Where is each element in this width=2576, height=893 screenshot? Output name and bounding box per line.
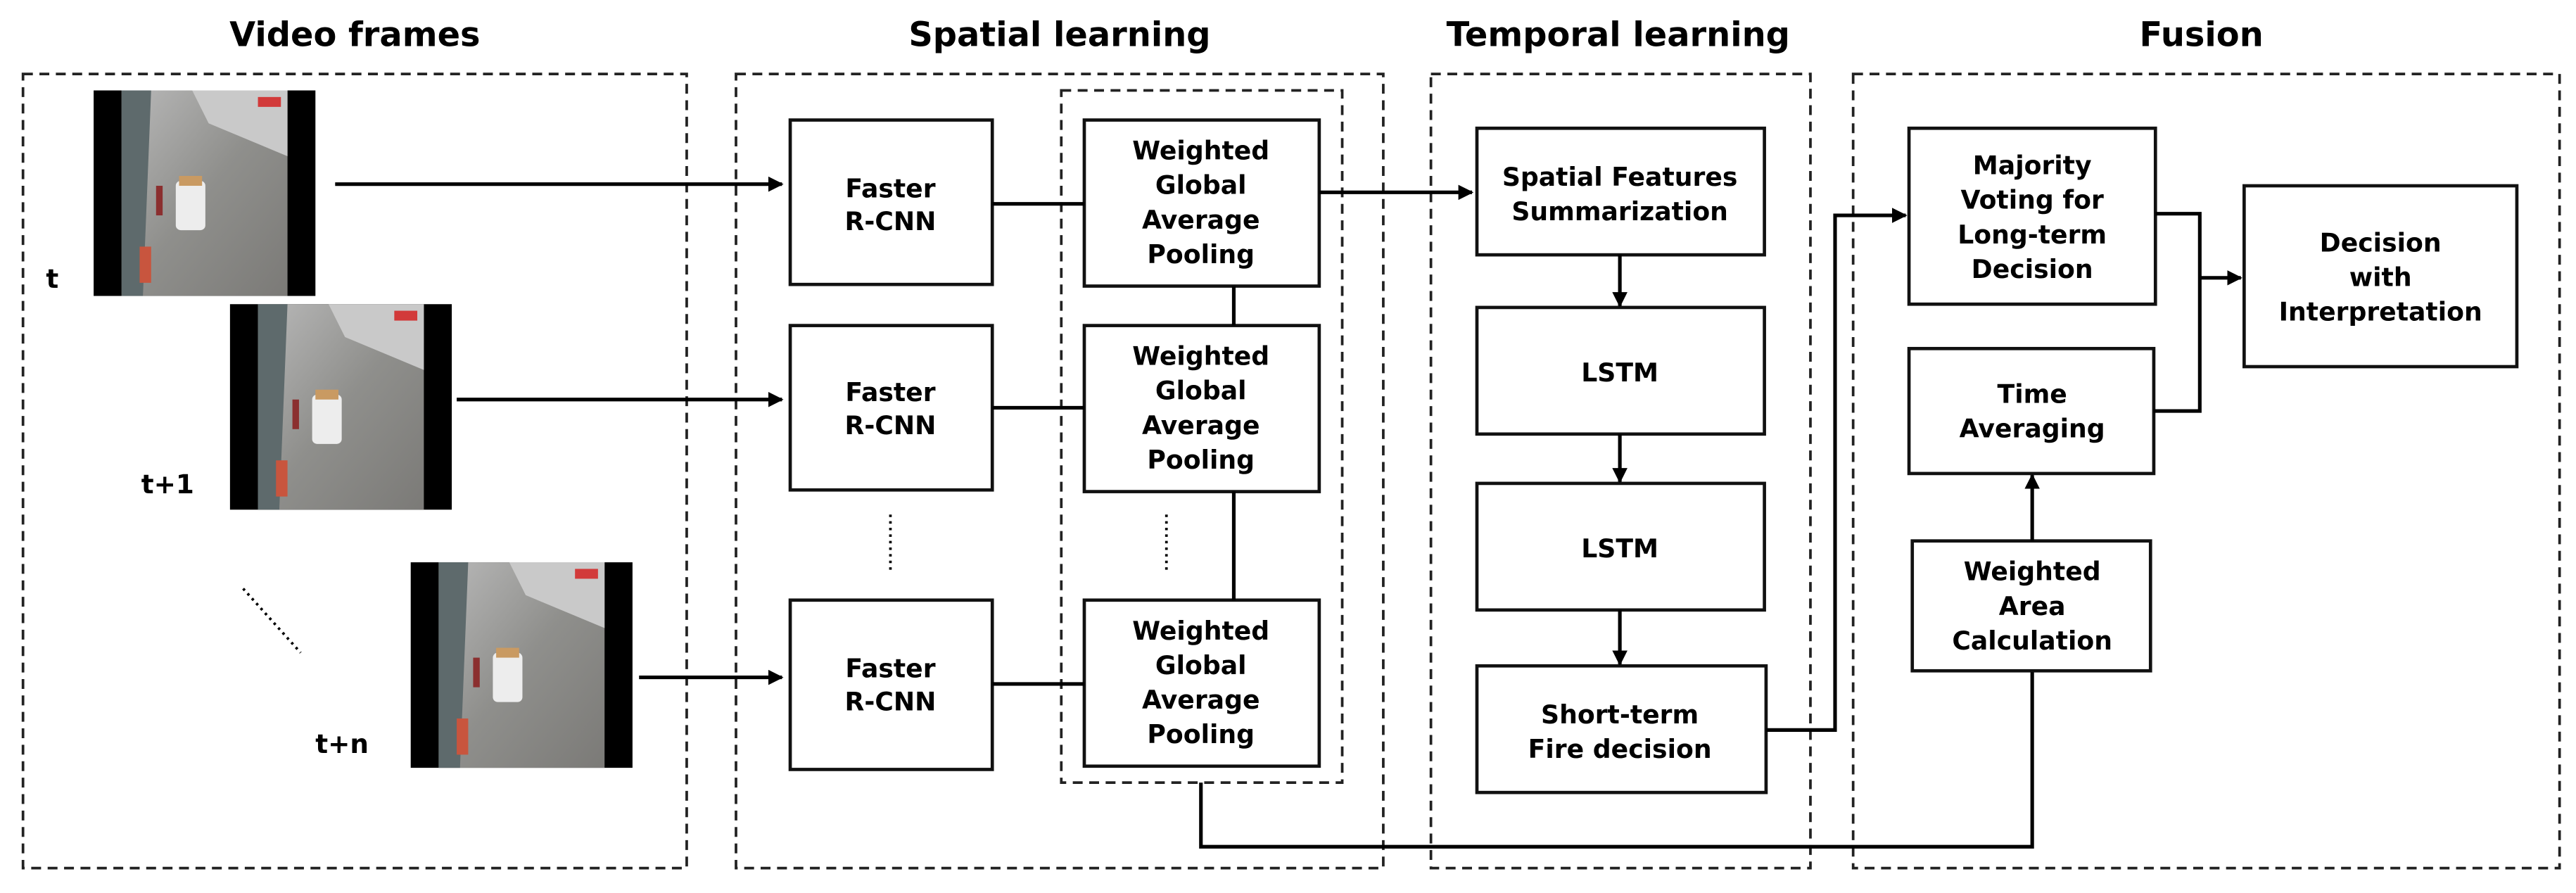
spatial-features-summarization-node: Spatial Features Summarization [1475, 126, 1766, 257]
node-label: Global [1155, 376, 1247, 406]
node-label: Decision [1972, 254, 2093, 284]
faster-rcnn-node-2: Faster R-CNN [788, 324, 994, 492]
node-label: Weighted [1964, 557, 2101, 587]
section-title-video-frames: Video frames [229, 15, 480, 54]
node-label: Averaging [1960, 413, 2105, 443]
link-majority-to-merge [2153, 212, 2202, 413]
node-label: Average [1142, 410, 1260, 441]
majority-voting-node: Majority Voting for Long-term Decision [1907, 126, 2157, 306]
node-label: Weighted [1132, 136, 1269, 166]
node-label: Pooling [1147, 239, 1255, 270]
video-frame-t-plus-n [410, 562, 633, 768]
node-label: Global [1155, 650, 1247, 680]
arrow-short-term-to-majority-voting [1765, 208, 1908, 732]
node-label: Weighted [1132, 341, 1269, 372]
node-label: Time [1998, 379, 2067, 409]
frame-label-t: t [46, 263, 58, 294]
cctv-frame-image [94, 90, 316, 296]
frame-label-t-plus-1: t+1 [141, 469, 194, 500]
node-label: Faster [845, 377, 935, 407]
video-frame-t [94, 90, 316, 296]
node-label: with [2349, 262, 2412, 293]
frame-label-t-plus-n: t+n [315, 728, 369, 759]
wgap-node-1: Weighted Global Average Pooling [1082, 118, 1321, 288]
wgap-node-2: Weighted Global Average Pooling [1082, 324, 1321, 493]
node-label: LSTM [1581, 533, 1658, 564]
node-label: Average [1142, 685, 1260, 715]
short-term-fire-decision-node: Short-term Fire decision [1475, 664, 1768, 794]
time-averaging-node: Time Averaging [1907, 346, 2156, 476]
faster-rcnn-node-1: Faster R-CNN [788, 118, 994, 286]
node-label: Summarization [1511, 196, 1728, 227]
cctv-frame-image [410, 562, 633, 768]
cctv-frame-image [229, 304, 452, 510]
node-label: Average [1142, 205, 1260, 235]
node-label: Voting for [1961, 185, 2104, 215]
node-label: Faster [845, 173, 935, 203]
node-label: Weighted [1132, 616, 1269, 646]
node-label: Decision [2320, 227, 2442, 258]
section-title-spatial-learning: Spatial learning [908, 15, 1210, 54]
decision-with-interpretation-node: Decision with Interpretation [2242, 184, 2519, 369]
node-label: R-CNN [844, 206, 936, 236]
node-label: Interpretation [2279, 297, 2482, 327]
node-label: Calculation [1952, 626, 2112, 656]
node-label: Pooling [1147, 719, 1255, 749]
weighted-area-calculation-node: Weighted Area Calculation [1910, 539, 2152, 673]
node-label: Majority [1973, 151, 2092, 181]
diagram-canvas: Video frames Spatial learning Temporal l… [0, 0, 2576, 889]
node-label: LSTM [1581, 357, 1658, 388]
node-label: Area [1999, 591, 2066, 621]
faster-rcnn-node-n: Faster R-CNN [788, 598, 994, 771]
section-title-fusion: Fusion [2140, 15, 2264, 54]
node-label: R-CNN [844, 410, 936, 441]
node-label: Global [1155, 170, 1247, 201]
node-label: Fire decision [1528, 734, 1712, 764]
node-label: Long-term [1958, 220, 2107, 250]
node-label: Faster [845, 654, 935, 684]
video-frame-t-plus-1 [229, 304, 452, 510]
frames-ellipsis [242, 588, 302, 654]
node-label: Short-term [1541, 699, 1699, 730]
section-title-temporal-learning: Temporal learning [1447, 15, 1790, 54]
node-label: Pooling [1147, 445, 1255, 475]
fire-detection-pipeline-diagram: Video frames Spatial learning Temporal l… [21, 15, 2561, 870]
lstm-node-2: LSTM [1475, 481, 1766, 612]
wgap-node-n: Weighted Global Average Pooling [1082, 598, 1321, 768]
node-label: Spatial Features [1502, 162, 1738, 192]
lstm-node-1: LSTM [1475, 305, 1766, 436]
node-label: R-CNN [844, 686, 936, 716]
